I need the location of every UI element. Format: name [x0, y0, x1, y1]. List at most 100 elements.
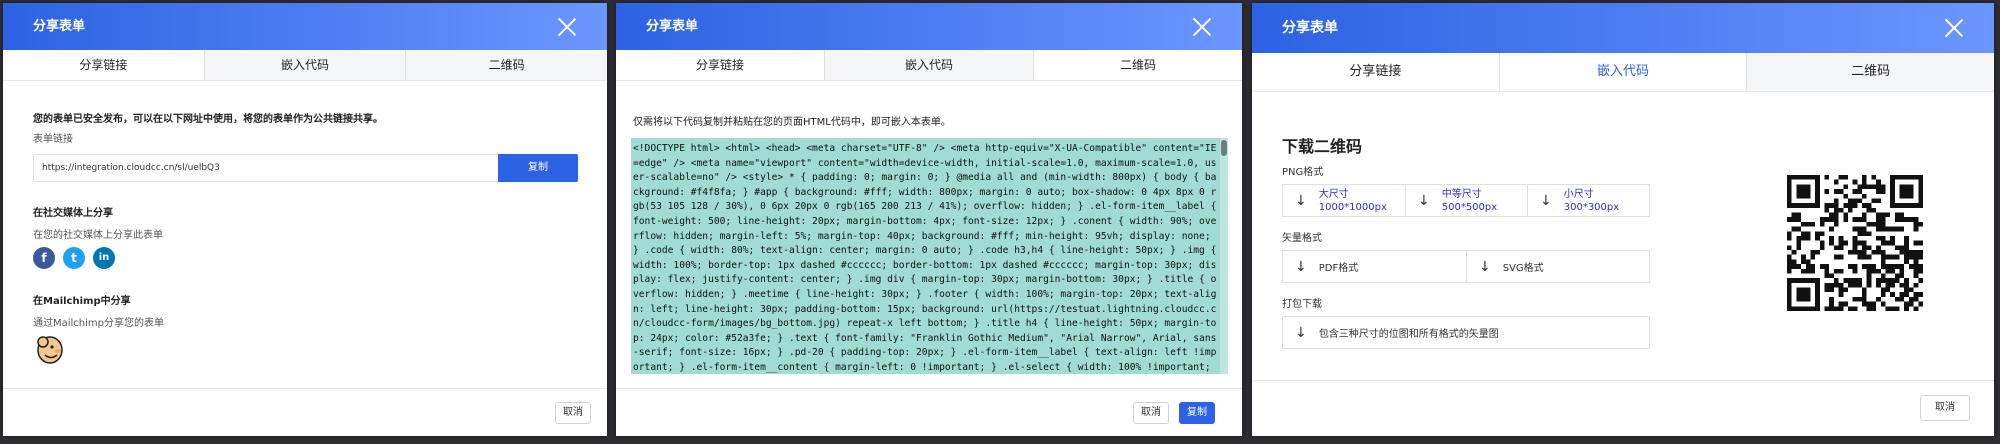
qr-module — [1843, 193, 1848, 199]
qr-module — [1815, 287, 1820, 293]
tab-qr-code[interactable]: 二维码 — [1034, 50, 1242, 80]
qr-module — [1843, 240, 1848, 246]
qr-module — [1819, 231, 1825, 236]
download-arrow-icon: ↓ — [1295, 324, 1307, 341]
code-scrollbar[interactable] — [1220, 138, 1228, 374]
tab-embed-code[interactable]: 嵌入代码 — [204, 50, 407, 80]
qr-module — [1904, 217, 1909, 222]
copy-button[interactable]: 复制 — [1179, 402, 1215, 424]
download-arrow-icon: ↓ — [1295, 192, 1307, 209]
qr-module — [1791, 278, 1797, 283]
qr-module — [1876, 221, 1881, 227]
tab-embed-code[interactable]: 嵌入代码 — [1499, 53, 1748, 91]
qr-module — [1899, 245, 1905, 251]
qr-module — [1801, 278, 1806, 283]
qr-module — [1899, 268, 1905, 274]
dialog-title: 分享表单 — [1282, 20, 1338, 36]
qr-module — [1904, 250, 1909, 255]
cancel-button[interactable]: 取消 — [1920, 395, 1970, 421]
qr-module — [1908, 287, 1914, 293]
linkedin-icon[interactable]: in — [93, 247, 115, 269]
link-url-field[interactable]: https://integration.cloudcc.cn/sl/uelbQ3 — [33, 154, 498, 182]
qr-module — [1862, 292, 1867, 297]
png-medium-option[interactable]: ↓ 中等尺寸 500*500px — [1406, 185, 1528, 216]
qr-module — [1913, 250, 1919, 255]
qr-module — [1876, 212, 1881, 218]
qr-module — [1815, 198, 1820, 204]
qr-module — [1796, 189, 1802, 194]
twitter-icon[interactable]: t — [63, 247, 85, 269]
qr-module — [1890, 226, 1895, 232]
qr-module — [1843, 184, 1848, 190]
qr-module — [1908, 217, 1914, 222]
svg-option[interactable]: ↓ SVG格式 — [1467, 251, 1649, 282]
qr-module — [1815, 292, 1820, 297]
tab-share-link[interactable]: 分享链接 — [3, 50, 205, 80]
qr-module — [1876, 250, 1881, 255]
tab-qr-code[interactable]: 二维码 — [406, 50, 607, 80]
cancel-button[interactable]: 取消 — [1133, 402, 1169, 424]
qr-module — [1876, 245, 1881, 251]
qr-module — [1913, 240, 1919, 246]
qr-module — [1805, 306, 1811, 311]
share-form-dialog-link: 分享表单 分享链接 嵌入代码 二维码 您的表单已安全发布，可以在以下网址中使用，… — [3, 3, 607, 436]
qr-module — [1810, 254, 1816, 260]
qr-module — [1796, 264, 1802, 269]
close-icon[interactable] — [1192, 17, 1212, 37]
qr-module — [1908, 193, 1914, 199]
qr-module — [1857, 240, 1863, 246]
close-icon[interactable] — [1944, 18, 1964, 38]
qr-module — [1838, 207, 1844, 213]
qr-module — [1876, 282, 1881, 288]
tab-embed-code[interactable]: 嵌入代码 — [825, 50, 1034, 80]
qr-module — [1805, 296, 1811, 302]
qr-module — [1904, 254, 1909, 260]
cancel-button[interactable]: 取消 — [555, 402, 591, 424]
png-large-option[interactable]: ↓ 大尺寸 1000*1000px — [1283, 185, 1406, 216]
embed-code-textarea[interactable]: <!DOCTYPE html> <html> <head> <meta char… — [631, 138, 1228, 374]
qr-module — [1894, 273, 1900, 279]
tab-qr-code[interactable]: 二维码 — [1747, 53, 1994, 91]
copy-button[interactable]: 复制 — [498, 154, 578, 182]
scroll-thumb[interactable] — [1221, 140, 1227, 156]
qr-module — [1819, 221, 1825, 227]
tab-share-link[interactable]: 分享链接 — [1252, 53, 1500, 91]
qr-module — [1829, 217, 1834, 222]
png-small-option[interactable]: ↓ 小尺寸 300*300px — [1528, 185, 1649, 216]
option-size: 300*300px — [1563, 201, 1620, 213]
qr-module — [1787, 245, 1792, 251]
qr-module — [1918, 193, 1923, 199]
mailchimp-icon[interactable] — [35, 333, 65, 365]
qr-module — [1838, 189, 1844, 194]
bundle-option[interactable]: ↓ 包含三种尺寸的位图和所有格式的矢量图 — [1283, 317, 1649, 348]
close-icon[interactable] — [557, 17, 577, 37]
qr-module — [1791, 306, 1797, 311]
qr-module — [1880, 184, 1886, 190]
qr-module — [1857, 296, 1863, 302]
qr-module — [1796, 245, 1802, 251]
qr-module — [1833, 221, 1839, 227]
qr-module — [1862, 226, 1867, 232]
facebook-icon[interactable]: f — [33, 247, 55, 269]
qr-module — [1885, 240, 1891, 246]
qr-module — [1866, 245, 1872, 251]
qr-module — [1857, 231, 1863, 236]
dialog-header: 分享表单 — [616, 3, 1242, 50]
tab-share-link[interactable]: 分享链接 — [616, 50, 825, 80]
qr-module — [1862, 287, 1867, 293]
qr-module — [1904, 175, 1909, 180]
qr-module — [1890, 268, 1895, 274]
qr-module — [1833, 278, 1839, 283]
qr-module — [1787, 282, 1792, 288]
pdf-option[interactable]: ↓ PDF格式 — [1283, 251, 1467, 282]
dialog-footer: 取消 — [3, 388, 607, 436]
qr-module — [1852, 264, 1858, 269]
qr-module — [1866, 207, 1872, 213]
qr-module — [1866, 264, 1872, 269]
qr-module — [1862, 231, 1867, 236]
qr-module — [1862, 193, 1867, 199]
qr-module — [1829, 273, 1834, 279]
qr-module — [1847, 203, 1853, 208]
qr-module — [1918, 292, 1923, 297]
qr-module — [1890, 179, 1895, 185]
